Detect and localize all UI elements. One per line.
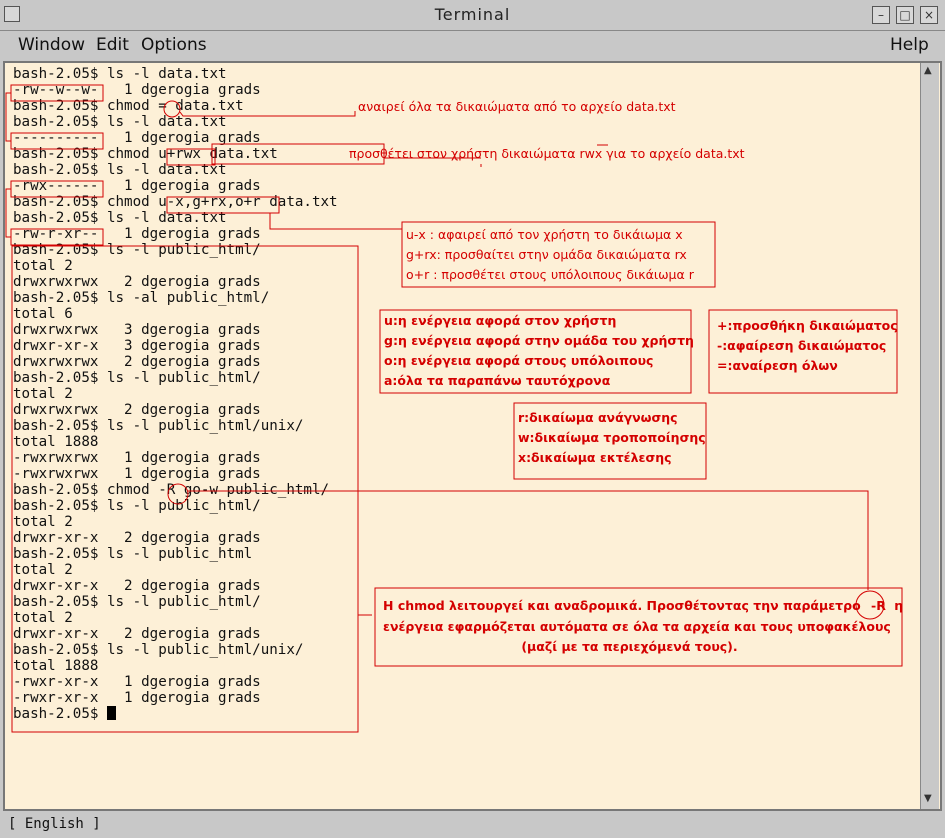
annotation-recursive-param: -R bbox=[871, 598, 886, 613]
annotation-lines bbox=[5, 84, 903, 733]
annotation-recursive-line1: Η chmod λειτουργεί και αναδρομικά. Προσθ… bbox=[383, 598, 861, 613]
input-method-indicator[interactable]: [ English ] bbox=[8, 816, 101, 832]
annotation-op-line: =:αναίρεση όλων bbox=[717, 358, 838, 373]
annotation-recursive-box: Η chmod λειτουργεί και αναδρομικά. Προσθ… bbox=[375, 588, 904, 666]
annotation-who-line: g:η ενέργεια αφορά στην ομάδα του χρήστη bbox=[384, 333, 694, 348]
annotation-multi-line: o+r : προσθέτει στους υπόλοιπους δικάιωμ… bbox=[406, 267, 694, 282]
annotation-perm-line: r:δικαίωμα ανάγνωσης bbox=[518, 410, 678, 425]
annotation-op-line: -:αφαίρεση δικαιώματος bbox=[717, 338, 887, 353]
annotation-equals: αναιρεί όλα τα δικαιώματα από το αρχείο … bbox=[358, 99, 676, 114]
annotation-perm-box: r:δικαίωμα ανάγνωσης w:δικαίωμα τροποποί… bbox=[514, 403, 706, 479]
annotation-multi-line: g+rx: προσθαίτει στην ομάδα δικαιώματα r… bbox=[406, 247, 687, 262]
annotation-multi-line: u-x : αφαιρεί από τον χρήστη το δικάιωμα… bbox=[406, 227, 683, 242]
annotation-perm-line: x:δικαίωμα εκτέλεσης bbox=[518, 450, 672, 465]
annotation-perm-line: w:δικαίωμα τροποποίησης bbox=[518, 430, 706, 445]
annotation-who-line: u:η ενέργεια αφορά στον χρήστη bbox=[384, 313, 617, 328]
annotation-who-box: u:η ενέργεια αφορά στον χρήστη g:η ενέργ… bbox=[380, 310, 694, 393]
status-bar: [ English ] bbox=[0, 811, 945, 838]
annotation-who-line: o:η ενέργεια αφορά στους υπόλοιπους bbox=[384, 353, 654, 368]
annotation-recursive-line1-end: η bbox=[894, 598, 904, 613]
annotation-recursive-line3: (μαζί με τα περιεχόμενά τους). bbox=[521, 639, 738, 654]
annotation-urwx: προσθέτει στον χρήστη δικαιώματα rwx για… bbox=[349, 146, 745, 161]
annotation-op-line: +:προσθήκη δικαιώματος bbox=[717, 318, 898, 333]
annotation-op-box: +:προσθήκη δικαιώματος -:αφαίρεση δικαιώ… bbox=[709, 310, 898, 393]
annotation-who-line: a:όλα τα παραπάνω ταυτόχρονα bbox=[384, 373, 611, 388]
annotation-recursive-line2: ενέργεια εφαρμόζεται αυτόματα σε όλα τα … bbox=[383, 619, 891, 634]
annotation-multi-box: u-x : αφαιρεί από τον χρήστη το δικάιωμα… bbox=[402, 222, 715, 287]
